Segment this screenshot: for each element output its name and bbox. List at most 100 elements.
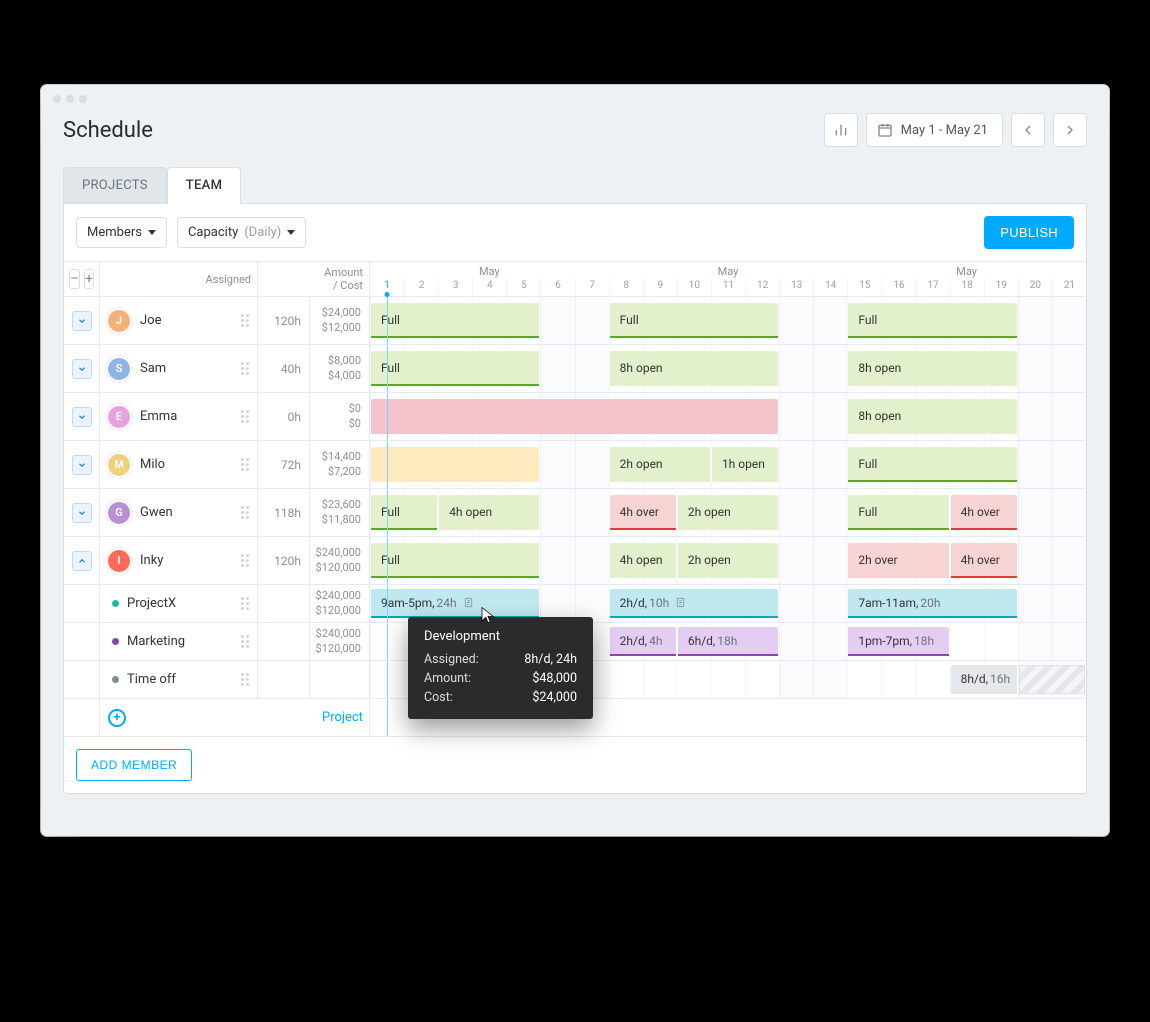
schedule-bar[interactable]: 9am-5pm, 24h — [371, 589, 539, 618]
day-header: 9 — [643, 278, 677, 295]
row-toggle[interactable] — [72, 407, 92, 427]
tooltip: Development Assigned:8h/d, 24h Amount:$4… — [408, 617, 593, 719]
schedule-bar[interactable] — [1019, 665, 1085, 694]
calendar-icon — [877, 122, 893, 138]
drag-handle[interactable] — [241, 358, 251, 379]
filter-members-dropdown[interactable]: Members — [76, 217, 167, 248]
col-header-amount: Amount/ Cost — [258, 262, 370, 296]
drag-handle[interactable] — [241, 550, 251, 571]
row-toggle[interactable] — [72, 551, 92, 571]
schedule-bar[interactable]: 2h over — [848, 543, 948, 578]
schedule-bar[interactable]: 4h open — [439, 495, 539, 530]
row-toggle[interactable] — [72, 311, 92, 331]
schedule-bar[interactable] — [371, 399, 778, 434]
filter-capacity-dropdown[interactable]: Capacity (Daily) — [177, 217, 306, 248]
member-name: Joe — [140, 313, 161, 328]
drag-handle[interactable] — [241, 310, 251, 331]
collapse-all-button[interactable] — [69, 269, 80, 289]
amount-cost: $0$0 — [310, 393, 370, 440]
member-name: Milo — [140, 457, 165, 472]
day-header: 17 — [916, 278, 950, 295]
row-toggle[interactable] — [72, 455, 92, 475]
assigned-value: 72h — [258, 441, 310, 488]
drag-handle[interactable] — [241, 669, 251, 690]
schedule-bar[interactable]: Full — [371, 303, 539, 338]
month-label: May — [609, 265, 848, 278]
schedule-bar[interactable]: 8h open — [610, 351, 778, 386]
day-header: 14 — [813, 278, 847, 295]
avatar: S — [106, 356, 132, 382]
day-header: 15 — [847, 278, 881, 295]
day-header: 7 — [575, 278, 609, 295]
drag-handle[interactable] — [241, 502, 251, 523]
schedule-bar[interactable]: 2h open — [678, 543, 778, 578]
avatar: J — [106, 308, 132, 334]
schedule-bar[interactable]: 4h open — [610, 543, 676, 578]
amount-cost: $240,000$120,000 — [310, 623, 370, 660]
schedule-bar[interactable] — [371, 447, 539, 482]
note-icon — [675, 597, 686, 608]
schedule-bar[interactable]: 6h/d, 18h — [678, 627, 778, 656]
schedule-bar[interactable]: Full — [848, 447, 1016, 482]
amount-cost: $23,600$11,800 — [310, 489, 370, 536]
caret-down-icon — [287, 230, 295, 235]
schedule-bar[interactable]: 8h/d, 16h — [951, 665, 1017, 694]
publish-button[interactable]: PUBLISH — [984, 216, 1074, 249]
add-project-label: Project — [322, 710, 363, 725]
schedule-bar[interactable]: 2h open — [678, 495, 778, 530]
chevron-down-icon — [77, 316, 87, 326]
day-header: 8 — [609, 278, 643, 295]
project-color-dot — [112, 676, 119, 683]
schedule-bar[interactable]: Full — [371, 543, 539, 578]
month-label: May — [370, 265, 609, 278]
row-toggle[interactable] — [72, 503, 92, 523]
schedule-bar[interactable]: Full — [610, 303, 778, 338]
schedule-bar[interactable]: 4h over — [951, 543, 1017, 578]
prev-range-button[interactable] — [1011, 113, 1045, 147]
col-header-assigned: Assigned — [100, 262, 258, 296]
tab-team[interactable]: TEAM — [167, 167, 241, 204]
project-row: ProjectX $240,000$120,000 9am-5pm, 24h2h… — [64, 585, 1086, 623]
drag-handle[interactable] — [241, 631, 251, 652]
drag-handle[interactable] — [241, 454, 251, 475]
avatar: E — [106, 404, 132, 430]
assigned-value: 0h — [258, 393, 310, 440]
app-window: Schedule May 1 - May 21 PROJECTS TEAM Me… — [41, 85, 1109, 836]
drag-handle[interactable] — [241, 406, 251, 427]
schedule-bar[interactable]: 2h open — [610, 447, 710, 482]
day-header: 20 — [1018, 278, 1052, 295]
schedule-bar[interactable]: 1h open — [712, 447, 778, 482]
next-range-button[interactable] — [1053, 113, 1087, 147]
row-toggle[interactable] — [72, 359, 92, 379]
schedule-bar[interactable]: 2h/d, 10h — [610, 589, 778, 618]
schedule-bar[interactable]: Full — [848, 303, 1016, 338]
drag-handle[interactable] — [241, 593, 251, 614]
date-range-picker[interactable]: May 1 - May 21 — [866, 113, 1003, 147]
plus-circle-icon: + — [108, 709, 126, 727]
schedule-bar[interactable]: Full — [848, 495, 948, 530]
schedule-bar[interactable]: 1pm-7pm, 18h — [848, 627, 948, 656]
schedule-bar[interactable]: 8h open — [848, 399, 1016, 434]
day-header: 3 — [438, 278, 472, 295]
month-label: May — [847, 265, 1086, 278]
schedule-bar[interactable]: Full — [371, 495, 437, 530]
schedule-bar[interactable]: 8h open — [848, 351, 1016, 386]
member-row: S Sam 40h $8,000$4,000 Full8h open8h ope… — [64, 345, 1086, 393]
day-header: 19 — [984, 278, 1018, 295]
schedule-bar[interactable]: 7am-11am, 20h — [848, 589, 1016, 618]
add-project-button[interactable]: + Project — [100, 699, 370, 736]
amount-cost: $240,000$120,000 — [310, 585, 370, 622]
avatar: G — [106, 500, 132, 526]
schedule-bar[interactable]: Full — [371, 351, 539, 386]
assigned-value: 40h — [258, 345, 310, 392]
schedule-bar[interactable]: 4h over — [610, 495, 676, 530]
add-member-button[interactable]: ADD MEMBER — [76, 749, 192, 781]
tab-projects[interactable]: PROJECTS — [63, 167, 167, 204]
schedule-bar[interactable]: 4h over — [951, 495, 1017, 530]
schedule-bar[interactable]: 2h/d, 4h — [610, 627, 676, 656]
member-name: Gwen — [140, 505, 173, 520]
expand-all-button[interactable] — [84, 269, 94, 289]
chevron-down-icon — [77, 364, 87, 374]
member-row: J Joe 120h $24,000$12,000 FullFullFull — [64, 297, 1086, 345]
chart-button[interactable] — [824, 113, 858, 147]
